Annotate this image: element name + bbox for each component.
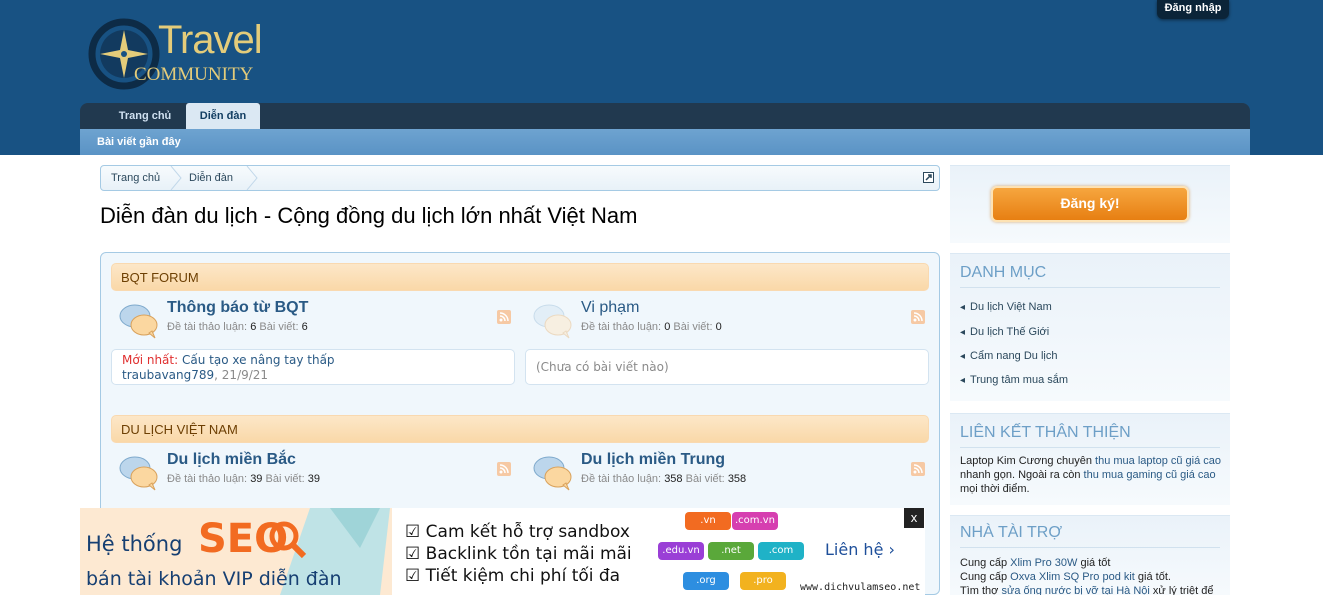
tab-home[interactable]: Trang chủ (102, 103, 188, 129)
forum-bubbles-icon (533, 304, 572, 339)
breadcrumb: Trang chủ Diễn đàn (100, 165, 940, 191)
last-post-date: 21/9/21 (221, 368, 269, 382)
link-thu-mua-gaming[interactable]: thu mua gaming cũ giá cao (1084, 469, 1216, 481)
jump-menu-icon[interactable] (923, 172, 934, 183)
forum-bubbles-icon (533, 456, 572, 491)
ad-website: www.dichvulamseo.net (800, 582, 921, 593)
ad-feature: ☑ Cam kết hỗ trợ sandbox (405, 522, 630, 542)
tab-forum[interactable]: Diễn đàn (186, 103, 260, 130)
sidebar-heading-links: LIÊN KẾT THÂN THIỆN (960, 424, 1220, 448)
register-block: Đăng ký! (950, 165, 1230, 243)
logo-text-travel: Travel (158, 18, 263, 62)
domain-tag: .org (683, 572, 729, 590)
sponsor-link[interactable]: Xlim Pro 30W (1010, 557, 1077, 569)
forum-title[interactable]: Du lịch miền Trung (581, 451, 725, 469)
domain-tag: .edu.vn (658, 542, 704, 560)
domain-tag: .vn (685, 512, 731, 530)
sponsor-block: NHÀ TÀI TRỢ Cung cấp Xlim Pro 30W giá tố… (950, 515, 1230, 595)
forum-title[interactable]: Thông báo từ BQT (167, 299, 308, 317)
link-thu-mua-laptop[interactable]: thu mua laptop cũ giá cao (1095, 455, 1221, 467)
sidebar-heading-categories: DANH MỤC (960, 264, 1220, 288)
sponsor-link[interactable]: sửa ống nước bị vỡ tại Hà Nội (1001, 585, 1149, 595)
magnifier-icon (269, 521, 307, 559)
sidebar: Đăng ký! DANH MỤC Du lịch Việt Nam Du lị… (950, 165, 1230, 595)
forum-bubbles-icon (119, 456, 158, 491)
category-header-bqt-forum[interactable]: BQT FORUM (111, 263, 929, 291)
sidebar-category-du-lich-viet-nam[interactable]: Du lịch Việt Nam (960, 301, 1052, 313)
last-post-box: Mới nhất: Cấu tạo xe nâng tay thấp traub… (111, 349, 515, 385)
login-button[interactable]: Đăng nhập (1157, 0, 1229, 19)
forum-bubbles-icon (119, 304, 158, 339)
last-post-link[interactable]: Cấu tạo xe nâng tay thấp (182, 353, 335, 367)
friendly-links-block: LIÊN KẾT THÂN THIỆN Laptop Kim Cương chu… (950, 413, 1230, 505)
recent-posts-link[interactable]: Bài viết gần đây (97, 136, 181, 148)
forum-stats: Đề tài thảo luận: 0 Bài viết: 0 (581, 321, 722, 333)
forum-stats: Đề tài thảo luận: 6 Bài viết: 6 (167, 321, 308, 333)
rss-icon[interactable] (497, 462, 511, 476)
forum-title[interactable]: Vi phạm (581, 299, 639, 317)
rss-icon[interactable] (911, 310, 925, 324)
domain-tag: .pro (740, 572, 786, 590)
sidebar-category-du-lich-the-gioi[interactable]: Du lịch Thế Giới (960, 326, 1049, 338)
last-post-user[interactable]: traubavang789 (122, 368, 214, 382)
forum-stats: Đề tài thảo luận: 358 Bài viết: 358 (581, 473, 747, 485)
categories-block: DANH MỤC Du lịch Việt Nam Du lịch Thế Gi… (950, 253, 1230, 401)
ad-close-button[interactable]: x (904, 508, 924, 528)
forum-node[interactable]: Du lịch miền Trung Đề tài thảo luận: 358… (525, 449, 929, 501)
register-button[interactable]: Đăng ký! (991, 186, 1189, 222)
sponsor-line: Tìm thợ sửa ống nước bị vỡ tại Hà Nội xử… (960, 585, 1214, 595)
breadcrumb-separator-icon (170, 166, 182, 190)
breadcrumb-forum[interactable]: Diễn đàn (189, 166, 233, 190)
sidebar-category-cam-nang[interactable]: Cẩm nang Du lịch (960, 350, 1057, 362)
forum-node[interactable]: Vi phạm Đề tài thảo luận: 0 Bài viết: 0 (525, 297, 929, 349)
breadcrumb-separator-icon (246, 166, 258, 190)
breadcrumb-home[interactable]: Trang chủ (111, 166, 160, 190)
sponsor-link[interactable]: Oxva Xlim SQ Pro pod kit (1010, 571, 1135, 583)
forum-stats: Đề tài thảo luận: 39 Bài viết: 39 (167, 473, 320, 485)
sidebar-category-mua-sam[interactable]: Trung tâm mua sắm (960, 374, 1068, 386)
site-header: Travel COMMUNITY Đăng nhập Trang chủ Diễ… (0, 0, 1323, 155)
sidebar-heading-sponsors: NHÀ TÀI TRỢ (960, 524, 1220, 548)
ad-banner[interactable]: Hệ thống SEO bán tài khoản VIP diễn đàn … (80, 508, 925, 595)
domain-tag: .com (758, 542, 804, 560)
forum-title[interactable]: Du lịch miền Bắc (167, 451, 296, 469)
ad-feature: ☑ Backlink tồn tại mãi mãi (405, 544, 632, 564)
domain-tag: .net (708, 542, 754, 560)
ad-subheading: bán tài khoản VIP diễn đàn (86, 568, 342, 590)
ad-contact-button[interactable]: Liên hệ › (825, 540, 895, 559)
last-post-label: Mới nhất: (122, 353, 179, 367)
site-logo[interactable]: Travel COMMUNITY (88, 16, 278, 90)
sponsor-line: Cung cấp Xlim Pro 30W giá tốt (960, 557, 1111, 569)
forum-node[interactable]: Thông báo từ BQT Đề tài thảo luận: 6 Bài… (111, 297, 515, 349)
ad-heading: Hệ thống (86, 532, 183, 556)
sponsor-line: Cung cấp Oxva Xlim SQ Pro pod kit giá tố… (960, 571, 1171, 583)
logo-text-community: COMMUNITY (134, 64, 254, 85)
category-header-du-lich-viet-nam[interactable]: DU LỊCH VIỆT NAM (111, 415, 929, 443)
forum-node[interactable]: Du lịch miền Bắc Đề tài thảo luận: 39 Bà… (111, 449, 515, 501)
domain-tag: .com.vn (732, 512, 778, 530)
last-post-box: (Chưa có bài viết nào) (525, 349, 929, 385)
page-title: Diễn đàn du lịch - Cộng đồng du lịch lớn… (100, 203, 638, 228)
friendly-links-text: Laptop Kim Cương chuyên thu mua laptop c… (960, 455, 1222, 495)
rss-icon[interactable] (911, 462, 925, 476)
ad-feature: ☑ Tiết kiệm chi phí tối đa (405, 566, 621, 586)
no-posts-text: (Chưa có bài viết nào) (536, 360, 669, 374)
rss-icon[interactable] (497, 310, 511, 324)
main-navbar: Trang chủ Diễn đàn Bài viết gần đây (80, 103, 1250, 155)
